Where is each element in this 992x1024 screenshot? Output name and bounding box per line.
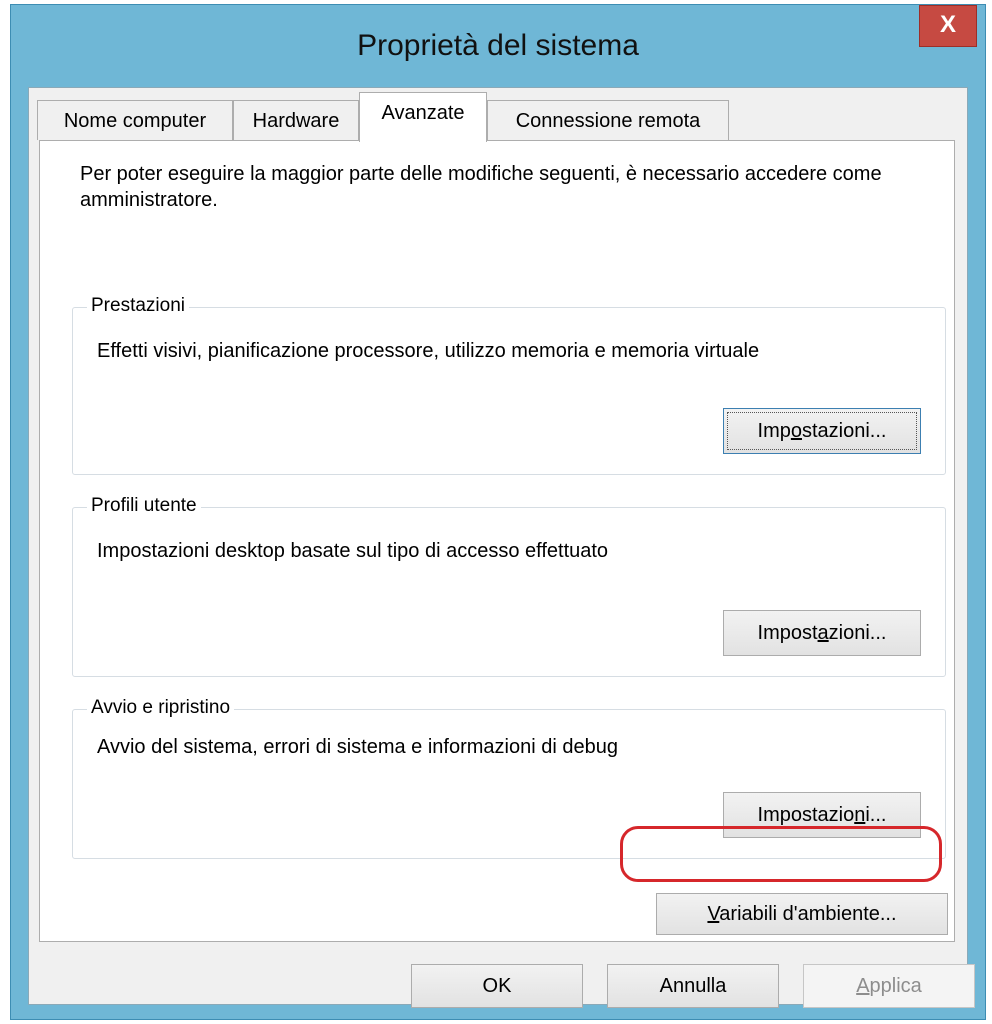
- window-title: Proprietà del sistema: [357, 29, 639, 62]
- user-profiles-group-label: Profili utente: [87, 494, 201, 518]
- startup-recovery-description: Avvio del sistema, errori di sistema e i…: [97, 736, 618, 758]
- performance-settings-button[interactable]: Impostazioni...: [723, 408, 921, 454]
- performance-description: Effetti visivi, pianificazione processor…: [97, 340, 760, 362]
- ok-button[interactable]: OK: [411, 964, 583, 1008]
- tab-avanzate[interactable]: Avanzate: [359, 92, 487, 142]
- user-profiles-description: Impostazioni desktop basate sul tipo di …: [97, 540, 609, 562]
- close-button[interactable]: X: [919, 5, 977, 47]
- user-profiles-settings-button[interactable]: Impostazioni...: [723, 610, 921, 656]
- env-variables-highlight: [620, 826, 942, 882]
- focus-ring: [727, 412, 917, 450]
- tab-hardware[interactable]: Hardware: [233, 100, 359, 140]
- apply-button[interactable]: Applica: [803, 964, 975, 1008]
- tab-connessione-remota[interactable]: Connessione remota: [487, 100, 729, 140]
- cancel-button[interactable]: Annulla: [607, 964, 779, 1008]
- tab-nome-computer[interactable]: Nome computer: [37, 100, 233, 140]
- performance-group: Prestazioni Effetti visivi, pianificazio…: [72, 294, 946, 475]
- user-profiles-group: Profili utente Impostazioni desktop basa…: [72, 494, 946, 677]
- performance-group-label: Prestazioni: [87, 294, 189, 318]
- environment-variables-button[interactable]: Variabili d'ambiente...: [656, 893, 948, 935]
- advanced-tab-panel: Per poter eseguire la maggior parte dell…: [39, 140, 955, 942]
- admin-note: Per poter eseguire la maggior parte dell…: [80, 163, 882, 211]
- startup-recovery-group-label: Avvio e ripristino: [87, 696, 235, 720]
